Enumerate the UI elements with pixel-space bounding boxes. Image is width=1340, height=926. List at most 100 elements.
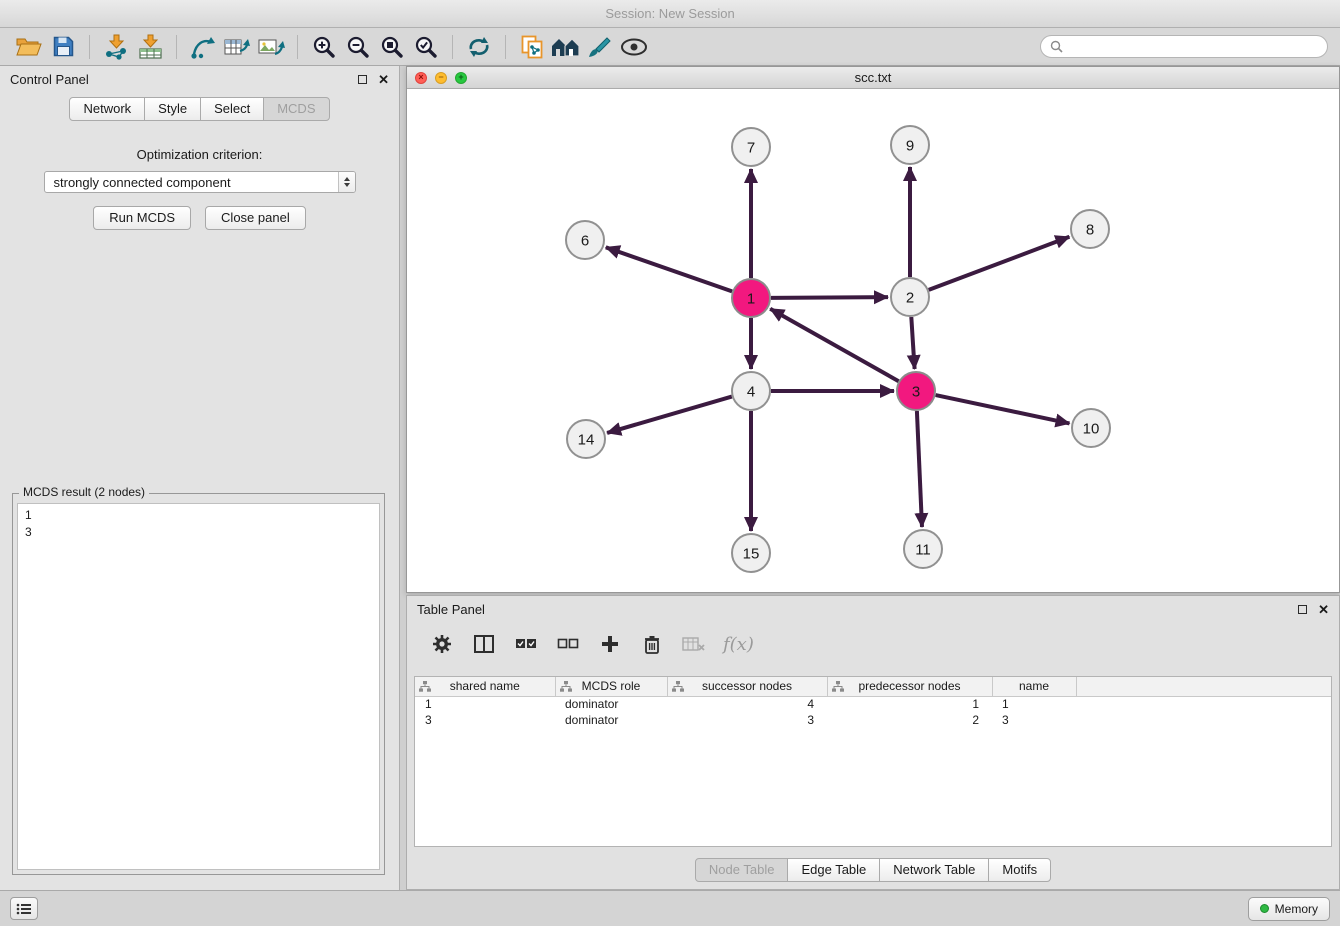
duplicate-network-view-icon[interactable] bbox=[515, 32, 549, 62]
table-cell[interactable]: 1 bbox=[992, 696, 1076, 712]
control-panel-header: Control Panel ✕ bbox=[0, 66, 399, 93]
select-all-icon[interactable] bbox=[513, 631, 539, 657]
node-14[interactable]: 14 bbox=[567, 420, 605, 458]
refresh-network-icon[interactable] bbox=[462, 32, 496, 62]
node-table[interactable]: shared name MCDS role successor nodes pr… bbox=[414, 676, 1332, 847]
mcds-result-line: 3 bbox=[25, 524, 372, 541]
edge-1-6[interactable] bbox=[606, 247, 732, 291]
deselect-all-icon[interactable] bbox=[555, 631, 581, 657]
search-box[interactable] bbox=[1040, 35, 1328, 58]
tab-select[interactable]: Select bbox=[200, 97, 264, 121]
close-window-icon[interactable] bbox=[415, 72, 427, 84]
node-6[interactable]: 6 bbox=[566, 221, 604, 259]
table-row[interactable]: 1dominator411 bbox=[415, 696, 1331, 712]
table-cell-filler bbox=[1076, 696, 1331, 712]
zoom-fit-icon[interactable] bbox=[375, 32, 409, 62]
criterion-dropdown[interactable]: strongly connected component bbox=[44, 171, 356, 193]
zoom-selected-icon[interactable] bbox=[409, 32, 443, 62]
node-8[interactable]: 8 bbox=[1071, 210, 1109, 248]
table-cell[interactable]: dominator bbox=[555, 696, 667, 712]
open-session-icon[interactable] bbox=[12, 32, 46, 62]
new-table-icon[interactable] bbox=[220, 32, 254, 62]
zoom-in-icon[interactable] bbox=[307, 32, 341, 62]
node-3[interactable]: 3 bbox=[897, 372, 935, 410]
edge-1-2[interactable] bbox=[771, 297, 888, 298]
tab-mcds[interactable]: MCDS bbox=[263, 97, 329, 121]
save-session-icon[interactable] bbox=[46, 32, 80, 62]
tab-edge-table[interactable]: Edge Table bbox=[787, 858, 880, 882]
tab-motifs[interactable]: Motifs bbox=[988, 858, 1051, 882]
window-title: Session: New Session bbox=[605, 6, 734, 21]
column-header-name[interactable]: name bbox=[992, 677, 1076, 696]
apply-style-icon[interactable] bbox=[583, 32, 617, 62]
zoom-window-icon[interactable] bbox=[455, 72, 467, 84]
node-4[interactable]: 4 bbox=[732, 372, 770, 410]
add-column-icon[interactable] bbox=[597, 631, 623, 657]
show-graphics-details-icon[interactable] bbox=[617, 32, 651, 62]
gear-icon[interactable] bbox=[429, 631, 455, 657]
column-header-successor-nodes[interactable]: successor nodes bbox=[667, 677, 827, 696]
mcds-result-line: 1 bbox=[25, 507, 372, 524]
edge-2-3[interactable] bbox=[911, 317, 914, 369]
memory-label: Memory bbox=[1275, 902, 1318, 916]
node-9[interactable]: 9 bbox=[891, 126, 929, 164]
column-header-predecessor-nodes[interactable]: predecessor nodes bbox=[827, 677, 992, 696]
edge-3-1[interactable] bbox=[770, 309, 898, 381]
table-cell[interactable]: 3 bbox=[992, 712, 1076, 728]
table-cell[interactable]: 1 bbox=[827, 696, 992, 712]
export-image-icon[interactable] bbox=[254, 32, 288, 62]
float-table-panel-icon[interactable] bbox=[1298, 605, 1307, 614]
network-graph[interactable]: 7 9 6 8 1 2 4 3 14 10 15 11 bbox=[407, 89, 1339, 592]
edge-3-11[interactable] bbox=[917, 411, 922, 527]
import-network-file-icon[interactable] bbox=[99, 32, 133, 62]
node-7[interactable]: 7 bbox=[732, 128, 770, 166]
node-2[interactable]: 2 bbox=[891, 278, 929, 316]
edge-3-10[interactable] bbox=[936, 395, 1070, 423]
delete-table-icon bbox=[681, 631, 707, 657]
criterion-value: strongly connected component bbox=[54, 175, 338, 190]
home-layout-icon[interactable] bbox=[549, 32, 583, 62]
tab-network[interactable]: Network bbox=[69, 97, 145, 121]
zoom-out-icon[interactable] bbox=[341, 32, 375, 62]
column-header-mcds-role[interactable]: MCDS role bbox=[555, 677, 667, 696]
node-15[interactable]: 15 bbox=[732, 534, 770, 572]
delete-column-icon[interactable] bbox=[639, 631, 665, 657]
table-cell[interactable]: 4 bbox=[667, 696, 827, 712]
new-network-icon[interactable] bbox=[186, 32, 220, 62]
table-cell[interactable]: dominator bbox=[555, 712, 667, 728]
svg-text:11: 11 bbox=[915, 542, 931, 559]
control-panel: Control Panel ✕ Network Style Select MCD… bbox=[0, 66, 400, 890]
table-row[interactable]: 3dominator323 bbox=[415, 712, 1331, 728]
float-panel-icon[interactable] bbox=[358, 75, 367, 84]
node-11[interactable]: 11 bbox=[904, 530, 942, 568]
main-toolbar bbox=[0, 28, 1340, 66]
table-panel: Table Panel ✕ f(x) bbox=[406, 595, 1340, 890]
minimize-window-icon[interactable] bbox=[435, 72, 447, 84]
svg-text:15: 15 bbox=[743, 546, 760, 563]
node-1[interactable]: 1 bbox=[732, 279, 770, 317]
tab-node-table[interactable]: Node Table bbox=[695, 858, 789, 882]
table-cell[interactable]: 3 bbox=[667, 712, 827, 728]
network-canvas[interactable]: 7 9 6 8 1 2 4 3 14 10 15 11 bbox=[407, 89, 1339, 592]
table-cell[interactable]: 3 bbox=[415, 712, 555, 728]
tab-network-table[interactable]: Network Table bbox=[879, 858, 989, 882]
edge-2-8[interactable] bbox=[929, 237, 1070, 290]
edge-4-14[interactable] bbox=[607, 397, 732, 433]
task-history-button[interactable] bbox=[10, 897, 38, 920]
table-cell[interactable]: 2 bbox=[827, 712, 992, 728]
mcds-result-list[interactable]: 1 3 bbox=[17, 503, 380, 870]
import-table-file-icon[interactable] bbox=[133, 32, 167, 62]
close-panel-button[interactable]: Close panel bbox=[205, 206, 306, 230]
tab-style[interactable]: Style bbox=[144, 97, 201, 121]
network-window-titlebar[interactable]: scc.txt bbox=[407, 67, 1339, 89]
search-input[interactable] bbox=[1068, 40, 1318, 54]
run-mcds-button[interactable]: Run MCDS bbox=[93, 206, 191, 230]
table-cell[interactable]: 1 bbox=[415, 696, 555, 712]
close-panel-icon[interactable]: ✕ bbox=[378, 73, 389, 86]
svg-text:2: 2 bbox=[906, 290, 914, 307]
node-10[interactable]: 10 bbox=[1072, 409, 1110, 447]
show-columns-icon[interactable] bbox=[471, 631, 497, 657]
close-table-panel-icon[interactable]: ✕ bbox=[1318, 603, 1329, 616]
column-header-shared-name[interactable]: shared name bbox=[415, 677, 555, 696]
memory-button[interactable]: Memory bbox=[1248, 897, 1330, 921]
